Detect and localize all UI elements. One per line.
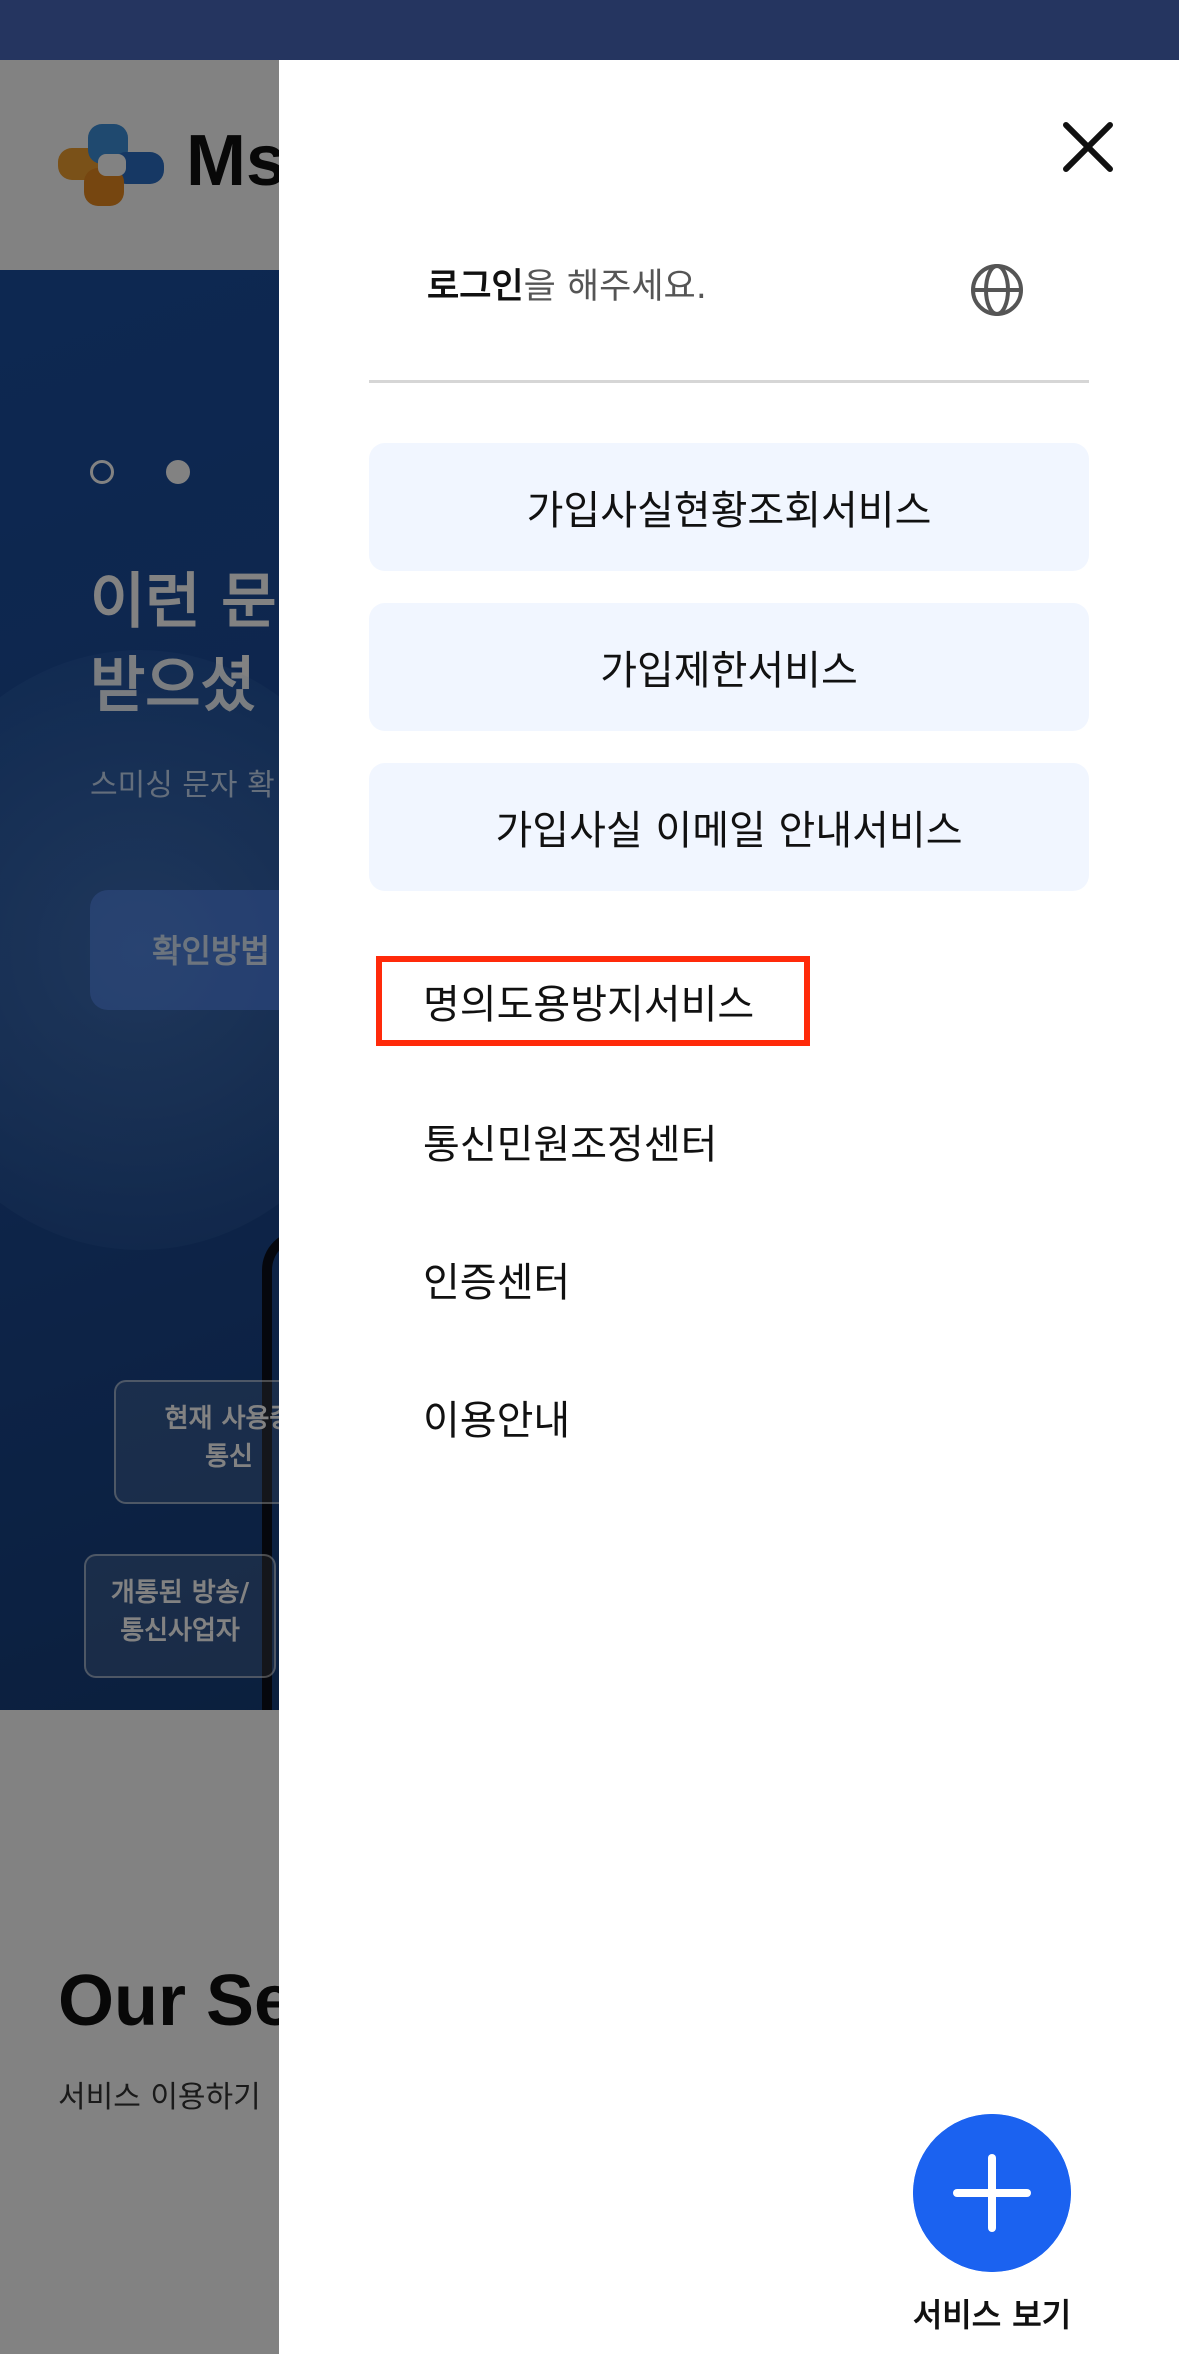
menu-item-auth-center[interactable]: 인증센터 (423, 1250, 570, 1308)
menu-item-usage-guide[interactable]: 이용안내 (423, 1388, 570, 1446)
service-card[interactable]: 가입제한서비스 (369, 603, 1089, 731)
fab-label: 서비스 보기 (912, 2296, 1072, 2334)
side-drawer: 로그인을 해주세요. 가입사실현황조회서비스 가입제한서비스 가입사실 이메일 … (279, 60, 1179, 2354)
plus-icon[interactable] (913, 2114, 1071, 2272)
login-prompt-text: 을 해주세요. (523, 267, 707, 307)
globe-icon[interactable] (969, 262, 1025, 318)
divider (369, 380, 1089, 383)
login-link[interactable]: 로그인 (427, 267, 524, 307)
service-card[interactable]: 가입사실 이메일 안내서비스 (369, 763, 1089, 891)
menu-item-complaint-center[interactable]: 통신민원조정센터 (423, 1112, 717, 1170)
service-card[interactable]: 가입사실현황조회서비스 (369, 443, 1089, 571)
login-prompt[interactable]: 로그인을 해주세요. (427, 258, 707, 309)
status-bar (0, 0, 1179, 60)
menu-item-identity-theft-prevention[interactable]: 명의도용방지서비스 (423, 972, 754, 1030)
close-icon[interactable] (1061, 120, 1115, 174)
